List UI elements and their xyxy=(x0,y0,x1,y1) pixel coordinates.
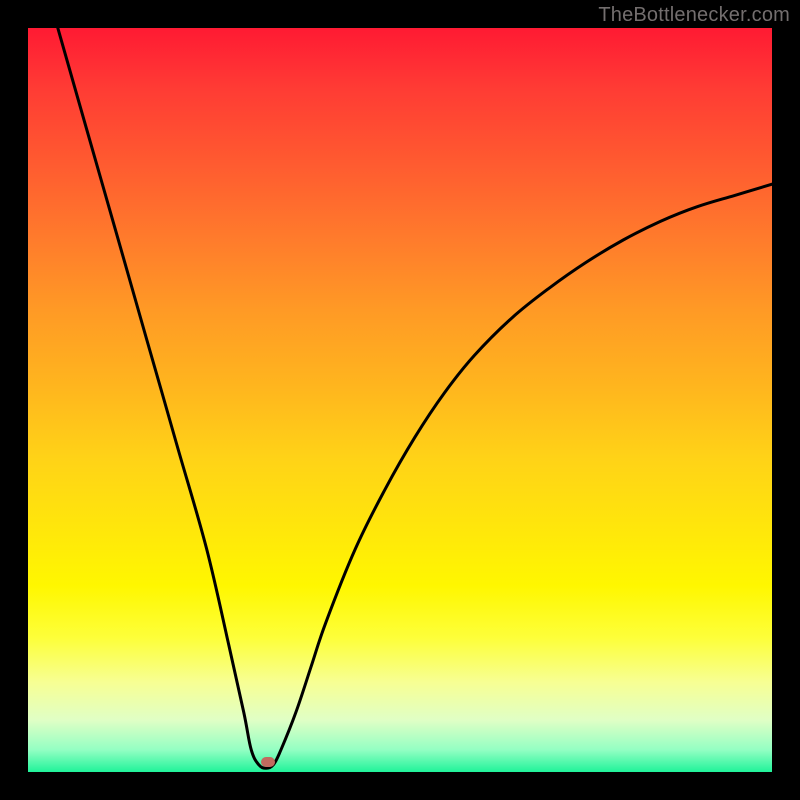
chart-frame: TheBottlenecker.com xyxy=(0,0,800,800)
plot-area xyxy=(28,28,772,772)
curve-svg xyxy=(28,28,772,772)
optimal-point-marker xyxy=(261,757,275,767)
watermark-text: TheBottlenecker.com xyxy=(598,4,790,27)
bottleneck-curve-path xyxy=(58,28,772,768)
